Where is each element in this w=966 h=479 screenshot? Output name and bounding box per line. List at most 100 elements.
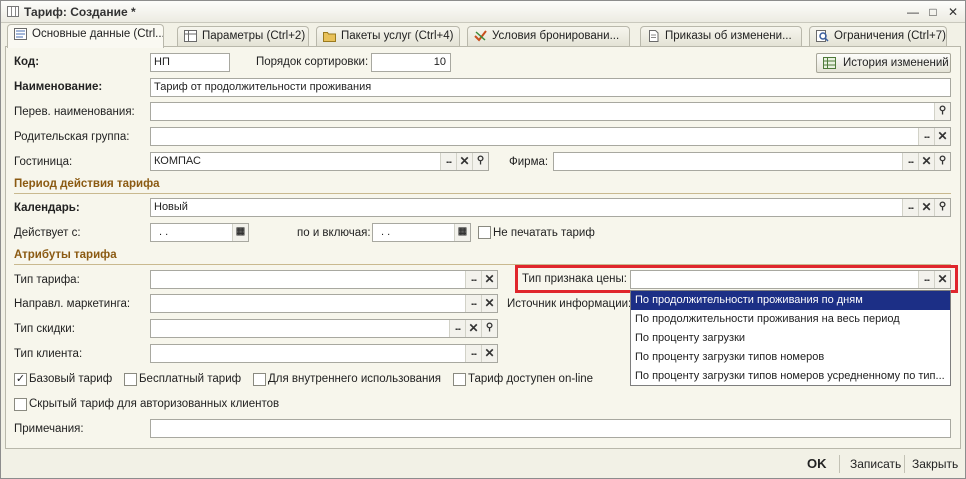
period-section-title: Период действия тарифа [14, 178, 160, 190]
select-dots-icon[interactable]: ... [465, 345, 481, 362]
tab-label: Приказы об изменени... [665, 30, 792, 42]
select-dots-icon[interactable]: ... [465, 271, 481, 288]
maximize-icon[interactable]: □ [925, 4, 941, 20]
select-dots-icon[interactable]: ... [918, 271, 934, 288]
select-dots-icon[interactable]: ... [440, 153, 456, 170]
tab-change-orders[interactable]: Приказы об изменени... [640, 26, 802, 47]
discount-type-field[interactable]: ... ✕ ⚲ [150, 319, 498, 338]
free-tariff-label: Бесплатный тариф [139, 373, 242, 385]
tab-service-packages[interactable]: Пакеты услуг (Ctrl+4) [316, 26, 460, 47]
folder-icon [323, 32, 336, 42]
tab-booking-conditions[interactable]: Условия бронировани... [467, 26, 630, 47]
document-icon [649, 30, 659, 42]
tab-label: Ограничения (Ctrl+7) [834, 30, 946, 42]
price-sign-label: Тип признака цены: [522, 273, 627, 285]
select-dots-icon[interactable]: ... [902, 153, 918, 170]
close-button[interactable]: Закрыть [912, 457, 958, 471]
search-icon[interactable]: ⚲ [934, 103, 950, 120]
clear-icon[interactable]: ✕ [918, 153, 934, 170]
conditions-icon [474, 30, 487, 42]
save-button[interactable]: Записать [850, 457, 901, 471]
tab-restrictions[interactable]: Ограничения (Ctrl+7) [809, 26, 947, 47]
clear-icon[interactable]: ✕ [481, 345, 497, 362]
translation-field[interactable]: ⚲ [150, 102, 951, 121]
client-type-field[interactable]: ... ✕ [150, 344, 498, 363]
internal-use-label: Для внутреннего использования [268, 373, 441, 385]
history-button-label: История изменений [843, 57, 949, 69]
internal-use-checkbox[interactable] [253, 373, 266, 386]
dropdown-option[interactable]: По продолжительности проживания по дням [631, 291, 950, 310]
calendar-label: Календарь: [14, 202, 80, 214]
section-divider [14, 193, 951, 194]
dropdown-option[interactable]: По продолжительности проживания на весь … [631, 310, 950, 329]
select-dots-icon[interactable]: ... [902, 199, 918, 216]
code-field[interactable]: НП [150, 53, 230, 72]
translation-label: Перев. наименования: [14, 106, 135, 118]
footer-bar: OK Записать Закрыть [1, 451, 965, 478]
select-dots-icon[interactable]: ... [465, 295, 481, 312]
search-icon[interactable]: ⚲ [472, 153, 488, 170]
no-print-checkbox[interactable] [478, 226, 491, 239]
sort-order-field[interactable]: 10 [371, 53, 451, 72]
ok-button[interactable]: OK [807, 456, 827, 471]
notes-label: Примечания: [14, 423, 84, 435]
select-dots-icon[interactable]: ... [449, 320, 465, 337]
sort-order-label: Порядок сортировки: [256, 56, 369, 68]
close-icon[interactable]: ✕ [945, 4, 961, 20]
no-print-label: Не печатать тариф [493, 227, 595, 239]
attributes-section-title: Атрибуты тарифа [14, 249, 117, 261]
tab-parameters[interactable]: Параметры (Ctrl+2) [177, 26, 309, 47]
tab-main-data[interactable]: Основные данные (Ctrl... [7, 24, 164, 48]
company-field[interactable]: ... ✕ ⚲ [553, 152, 951, 171]
code-label: Код: [14, 56, 40, 68]
valid-to-field[interactable]: . . ▦ [372, 223, 471, 242]
price-sign-field[interactable]: ... ✕ [630, 270, 951, 289]
tariff-window: Тариф: Создание * — □ ✕ Основные данные … [0, 0, 966, 479]
clear-icon[interactable]: ✕ [918, 199, 934, 216]
select-dots-icon[interactable]: ... [918, 128, 934, 145]
marketing-field[interactable]: ... ✕ [150, 294, 498, 313]
history-button[interactable]: История изменений [816, 53, 951, 73]
calendar-icon[interactable]: ▦ [454, 224, 470, 241]
clear-icon[interactable]: ✕ [481, 271, 497, 288]
free-tariff-checkbox[interactable] [124, 373, 137, 386]
valid-from-field[interactable]: . . ▦ [150, 223, 249, 242]
clear-icon[interactable]: ✕ [934, 128, 950, 145]
dropdown-option[interactable]: По проценту загрузки типов номеров усред… [631, 367, 950, 386]
clear-icon[interactable]: ✕ [934, 271, 950, 288]
window-title: Тариф: Создание * [24, 5, 136, 19]
clear-icon[interactable]: ✕ [456, 153, 472, 170]
valid-to-label: по и включая: [297, 227, 371, 239]
table-window-icon [7, 6, 19, 17]
hotel-field[interactable]: КОМПАС ... ✕ ⚲ [150, 152, 489, 171]
footer-divider [904, 455, 905, 473]
hidden-tariff-checkbox[interactable] [14, 398, 27, 411]
search-icon[interactable]: ⚲ [934, 199, 950, 216]
tab-label: Условия бронировани... [492, 30, 620, 42]
search-icon[interactable]: ⚲ [481, 320, 497, 337]
online-tariff-checkbox[interactable] [453, 373, 466, 386]
calendar-icon[interactable]: ▦ [232, 224, 248, 241]
minimize-icon[interactable]: — [905, 4, 921, 20]
clear-icon[interactable]: ✕ [481, 295, 497, 312]
calendar-field[interactable]: Новый ... ✕ ⚲ [150, 198, 951, 217]
tab-bar: Основные данные (Ctrl... Параметры (Ctrl… [1, 23, 965, 48]
search-icon[interactable]: ⚲ [934, 153, 950, 170]
parent-group-field[interactable]: ... ✕ [150, 127, 951, 146]
tab-label: Основные данные (Ctrl... [32, 28, 164, 40]
parent-group-label: Родительская группа: [14, 131, 130, 143]
name-field[interactable]: Тариф от продолжительности проживания [150, 78, 951, 97]
table-icon [184, 30, 197, 42]
tariff-type-label: Тип тарифа: [14, 274, 80, 286]
dropdown-option[interactable]: По проценту загрузки [631, 329, 950, 348]
marketing-label: Направл. маркетинга: [14, 298, 131, 310]
title-bar: Тариф: Создание * — □ ✕ [1, 1, 965, 23]
dropdown-option[interactable]: По проценту загрузки типов номеров [631, 348, 950, 367]
clear-icon[interactable]: ✕ [465, 320, 481, 337]
notes-field[interactable] [150, 419, 951, 438]
name-label: Наименование: [14, 81, 103, 93]
base-tariff-checkbox[interactable]: ✓ [14, 373, 27, 386]
tariff-type-field[interactable]: ... ✕ [150, 270, 498, 289]
hidden-tariff-label: Скрытый тариф для авторизованных клиенто… [29, 398, 280, 410]
base-tariff-label: Базовый тариф [29, 373, 113, 385]
